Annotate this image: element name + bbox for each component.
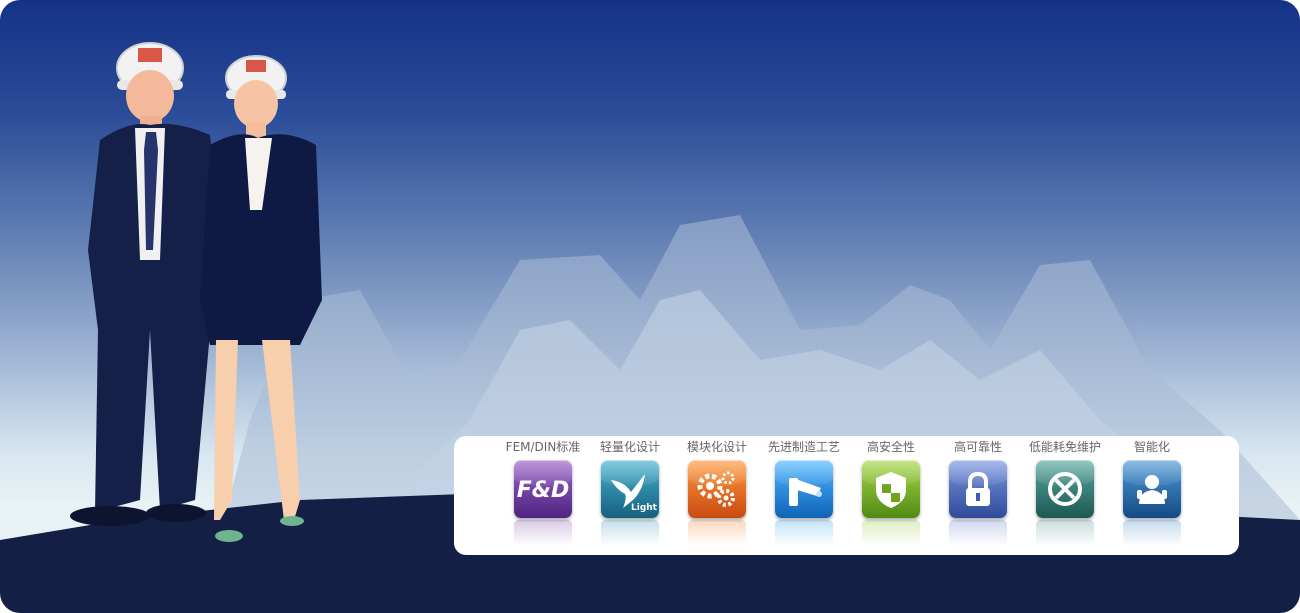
- icon-reflection: [688, 520, 746, 546]
- welding-tool-icon: [775, 460, 833, 518]
- fd-logo-icon: F&D: [514, 460, 572, 518]
- bird-light-icon: Light: [601, 460, 659, 518]
- icon-reflection: [862, 520, 920, 546]
- no-tools-icon: [1036, 460, 1094, 518]
- person-icon: [1123, 460, 1181, 518]
- icon-reflection: [514, 520, 572, 546]
- feature-label: 智能化: [1133, 440, 1170, 454]
- svg-text:F&D: F&D: [517, 478, 569, 503]
- feature-intelligent[interactable]: 智能化: [1107, 436, 1197, 555]
- woman-figure: [200, 55, 322, 542]
- feature-panel: FEM/DIN标准 F&D 轻量化设计 Light 模块化设计 先进制造工艺 高…: [454, 436, 1239, 555]
- icon-reflection: [601, 520, 659, 546]
- icon-reflection: [949, 520, 1007, 546]
- hero-banner: FEM/DIN标准 F&D 轻量化设计 Light 模块化设计 先进制造工艺 高…: [0, 0, 1300, 613]
- gears-icon: [688, 460, 746, 518]
- icon-reflection: [775, 520, 833, 546]
- icon-reflection: [1036, 520, 1094, 546]
- svg-text:Light: Light: [631, 503, 658, 513]
- shield-icon: [862, 460, 920, 518]
- man-figure: [70, 42, 222, 526]
- icon-reflection: [1123, 520, 1181, 546]
- lock-icon: [949, 460, 1007, 518]
